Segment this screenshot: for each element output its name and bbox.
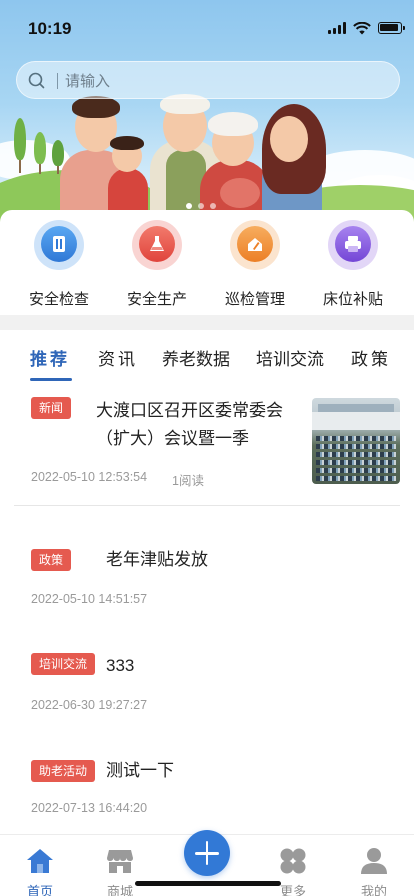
- carousel-dot[interactable]: [210, 203, 216, 209]
- carousel-dot[interactable]: [198, 203, 204, 209]
- tab-bar-label: 我的: [360, 884, 387, 896]
- status-time: 10:19: [28, 19, 72, 38]
- menu-item-label: 安全生产: [126, 291, 187, 308]
- news-time: 2022-05-10 14:51:57: [31, 592, 148, 606]
- news-tag: 新闻: [31, 397, 72, 419]
- news-tag: 助老活动: [31, 760, 96, 782]
- shop-icon: [107, 850, 133, 873]
- battery-icon: [378, 22, 405, 34]
- home-icon: [27, 849, 53, 873]
- document-icon: [41, 226, 77, 262]
- tab-active-indicator: [30, 378, 72, 381]
- search-input[interactable]: [65, 62, 385, 100]
- menu-item-inspection[interactable]: 巡检管理: [210, 220, 300, 314]
- quick-menu: 安全检查 安全生产 巡检管理 床位补贴: [0, 210, 414, 315]
- tab-bar-mine[interactable]: 我的: [344, 841, 404, 896]
- menu-item-label: 巡检管理: [224, 291, 285, 308]
- news-time: 2022-05-10 12:53:54: [31, 470, 148, 484]
- menu-item-label: 安全检查: [28, 291, 89, 308]
- carousel-dot[interactable]: [186, 203, 192, 209]
- news-title: 老年津贴发放: [106, 550, 208, 569]
- news-title: 大渡口区召开区委常委会（扩大）会议暨一季: [96, 401, 283, 448]
- search-icon: [28, 72, 45, 89]
- search-bar[interactable]: [16, 61, 400, 100]
- cellular-signal-icon: [328, 22, 348, 34]
- category-tabs: 推荐 资讯 养老数据 培训交流 政策: [0, 330, 414, 386]
- tab-training[interactable]: 培训交流: [256, 345, 324, 370]
- tab-policy[interactable]: 政策: [351, 345, 391, 370]
- news-tag: 政策: [31, 549, 72, 571]
- news-time: 2022-07-13 16:44:20: [31, 801, 148, 815]
- menu-item-safety-check[interactable]: 安全检查: [14, 220, 104, 314]
- news-time: 2022-06-30 19:27:27: [31, 698, 148, 712]
- news-title: 测试一下: [106, 761, 174, 780]
- tab-bar-label: 首页: [26, 884, 53, 896]
- section-divider: [0, 315, 414, 330]
- printer-icon: [335, 226, 371, 262]
- menu-item-label: 床位补贴: [322, 291, 383, 308]
- news-tag: 培训交流: [31, 653, 96, 675]
- tab-recommended[interactable]: 推荐: [30, 345, 70, 370]
- menu-item-safety-production[interactable]: 安全生产: [112, 220, 202, 314]
- wifi-icon: [353, 22, 371, 35]
- add-button[interactable]: [184, 830, 230, 876]
- tab-bar-home[interactable]: 首页: [10, 841, 70, 896]
- status-bar: 10:19: [0, 0, 414, 56]
- news-title: 333: [106, 656, 135, 675]
- user-icon: [361, 848, 387, 874]
- home-indicator: [135, 881, 281, 886]
- tab-news[interactable]: 资讯: [98, 345, 138, 370]
- news-read-count: 1阅读: [172, 474, 204, 488]
- clover-icon: [280, 848, 306, 874]
- news-thumbnail: [312, 398, 400, 484]
- flask-icon: [139, 226, 175, 262]
- list-divider: [14, 505, 400, 506]
- tab-elderly-data[interactable]: 养老数据: [162, 345, 230, 370]
- pencil-house-icon: [237, 226, 273, 262]
- search-divider: [57, 73, 58, 89]
- menu-item-bed-subsidy[interactable]: 床位补贴: [308, 220, 398, 314]
